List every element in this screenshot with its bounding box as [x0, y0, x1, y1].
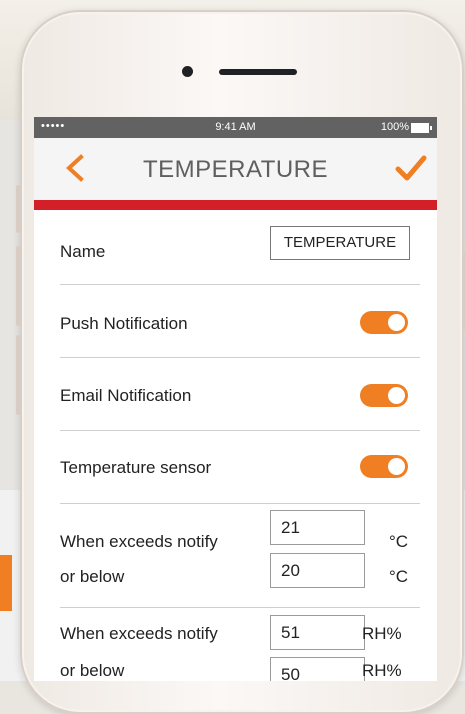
name-row: Name TEMPERATURE: [60, 210, 420, 285]
name-input[interactable]: TEMPERATURE: [270, 226, 410, 260]
app-screen: ••••• 9:41 AM 100% TEMPERATURE Name TEMP…: [34, 117, 437, 681]
navigation-bar: TEMPERATURE: [34, 138, 437, 200]
email-notification-toggle[interactable]: [360, 384, 408, 407]
speaker-grille: [219, 69, 297, 75]
battery-percentage: 100%: [380, 121, 409, 133]
push-notification-row: Push Notification: [60, 285, 420, 358]
status-time: 9:41 AM: [215, 121, 256, 133]
header-accent-line: [34, 200, 437, 210]
email-notification-row: Email Notification: [60, 358, 420, 431]
status-bar: ••••• 9:41 AM 100%: [34, 117, 437, 138]
toggle-knob: [388, 387, 405, 404]
temperature-below-input[interactable]: 20: [270, 553, 365, 588]
humidity-exceeds-input[interactable]: 51: [270, 615, 365, 650]
checkmark-icon[interactable]: [391, 149, 431, 189]
name-label: Name: [60, 242, 106, 261]
section-divider: [60, 607, 420, 608]
page-title: TEMPERATURE: [142, 156, 329, 183]
humidity-exceeds-unit: RH%: [362, 624, 402, 643]
toggle-knob: [388, 458, 405, 475]
push-notification-toggle[interactable]: [360, 311, 408, 334]
phone-side-button: [16, 185, 21, 233]
temperature-sensor-row: Temperature sensor: [60, 431, 420, 504]
email-notification-label: Email Notification: [60, 386, 192, 405]
humidity-exceeds-label: When exceeds notify: [60, 624, 218, 643]
phone-side-button: [16, 246, 21, 326]
battery-icon: [411, 123, 432, 133]
settings-form: Name TEMPERATURE Push Notification Email…: [60, 210, 420, 681]
toggle-knob: [388, 314, 405, 331]
checkmark-icon-svg: [395, 155, 427, 181]
humidity-below-label: or below: [60, 661, 125, 680]
temperature-exceeds-unit: °C: [389, 532, 409, 551]
humidity-below-unit: RH%: [362, 661, 402, 680]
temperature-exceeds-input[interactable]: 21: [270, 510, 365, 545]
temperature-exceeds-label: When exceeds notify: [60, 532, 218, 551]
phone-side-button: [16, 335, 21, 415]
temperature-sensor-toggle[interactable]: [360, 455, 408, 478]
temperature-below-label: or below: [60, 567, 125, 586]
humidity-below-input[interactable]: 50: [270, 657, 365, 681]
push-notification-label: Push Notification: [60, 314, 188, 333]
temperature-below-unit: °C: [389, 567, 409, 586]
background-orange-button: [0, 555, 12, 611]
front-camera-icon: [182, 66, 193, 77]
temperature-sensor-label: Temperature sensor: [60, 458, 212, 477]
